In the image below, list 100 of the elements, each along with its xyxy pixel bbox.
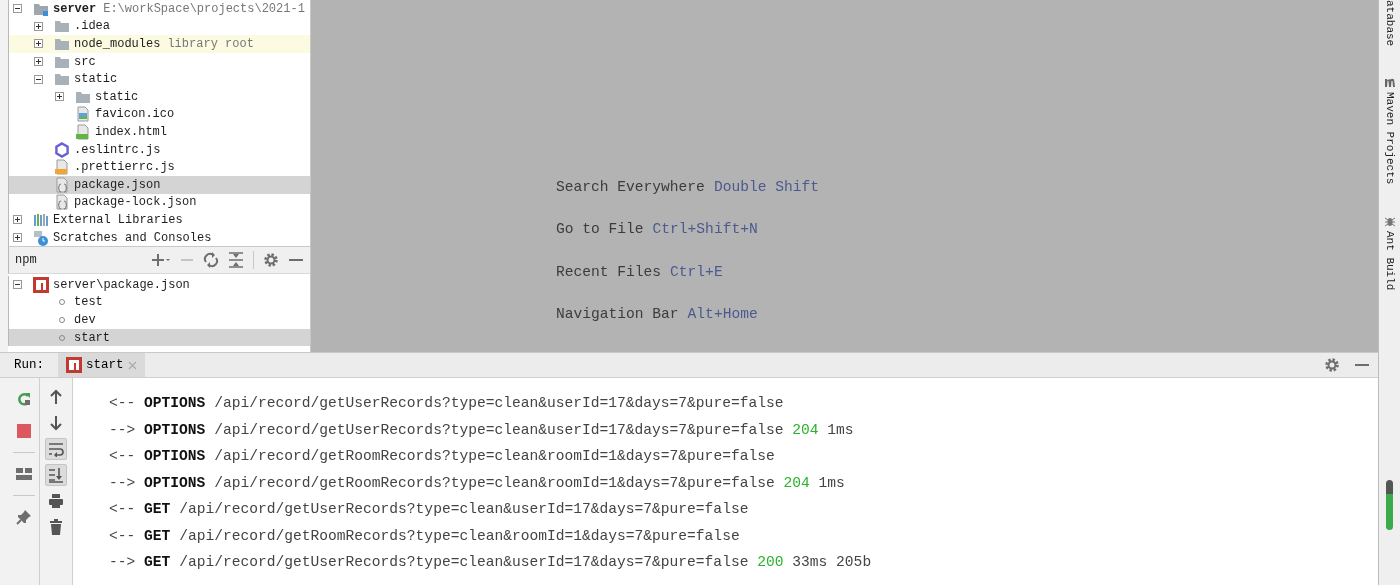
bullet-icon bbox=[58, 298, 66, 307]
settings-icon[interactable] bbox=[1324, 357, 1340, 373]
npm-script-label: server\package.json bbox=[53, 277, 190, 292]
collapse-toggle-icon[interactable] bbox=[13, 280, 22, 290]
direction-arrow: <-- bbox=[109, 448, 136, 465]
folder-icon bbox=[54, 71, 70, 88]
m-logo-icon[interactable] bbox=[1383, 76, 1396, 89]
http-method: GET bbox=[144, 501, 171, 518]
direction-arrow: <-- bbox=[109, 395, 136, 412]
npm-row[interactable]: test bbox=[8, 293, 310, 312]
hexagon-icon bbox=[54, 141, 70, 158]
library-bars-icon bbox=[33, 211, 49, 228]
tree-item-label: src bbox=[74, 54, 96, 69]
tree-row[interactable]: node_modules library root bbox=[8, 35, 310, 53]
http-method: OPTIONS bbox=[144, 474, 206, 491]
expand-toggle-icon[interactable] bbox=[34, 39, 43, 49]
tree-item-hint: E:\workSpace\projects\2021-1 bbox=[103, 1, 305, 16]
direction-arrow: --> bbox=[109, 554, 136, 571]
npm-logo-icon bbox=[33, 276, 49, 293]
collapse-toggle-icon[interactable] bbox=[13, 4, 22, 14]
tree-item-label: package.json bbox=[74, 177, 161, 192]
shortcut-text: Ctrl+Shift+N bbox=[652, 221, 758, 238]
shortcut-text: Ctrl+E bbox=[670, 263, 723, 280]
tree-item-label: favicon.ico bbox=[95, 107, 175, 122]
tool-window-tab[interactable]: Maven Projects bbox=[1383, 92, 1396, 185]
direction-arrow: --> bbox=[109, 421, 136, 438]
expand-toggle-icon[interactable] bbox=[13, 215, 22, 225]
tree-item-label: static bbox=[95, 89, 139, 104]
folder-icon bbox=[54, 18, 70, 35]
http-method: OPTIONS bbox=[144, 395, 206, 412]
status-code: 204 bbox=[783, 474, 810, 491]
direction-arrow: <-- bbox=[109, 501, 136, 518]
hint-label: Search Everywhere bbox=[556, 178, 705, 195]
request-path: /api/record/getUserRecords?type=clean&userId=17&days=7&pure=false bbox=[214, 421, 784, 438]
response-time: 33ms bbox=[792, 554, 828, 571]
expand-toggle-icon[interactable] bbox=[13, 233, 22, 242]
trash-icon[interactable] bbox=[49, 519, 63, 535]
response-time: 1ms bbox=[827, 421, 854, 438]
http-method: OPTIONS bbox=[144, 421, 206, 438]
stop-icon[interactable] bbox=[16, 424, 31, 438]
request-path: /api/record/getRoomRecords?type=clean&roomId=1&days=7&pure=false bbox=[179, 527, 740, 544]
scroll-to-end-icon[interactable] bbox=[48, 467, 64, 483]
image-file-icon bbox=[75, 106, 91, 123]
tool-window-tab[interactable]: atabase bbox=[1383, 0, 1396, 47]
pin-icon[interactable] bbox=[15, 509, 32, 525]
tree-item-label: package-lock.json bbox=[74, 195, 197, 210]
npm-row[interactable]: start bbox=[8, 328, 310, 347]
soft-wrap-icon[interactable] bbox=[48, 441, 64, 457]
request-path: /api/record/getUserRecords?type=clean&userId=17&days=7&pure=false bbox=[214, 395, 784, 412]
status-code: 200 bbox=[757, 554, 784, 571]
direction-arrow: --> bbox=[109, 474, 136, 491]
response-time: 1ms bbox=[818, 474, 845, 491]
refresh-icon[interactable] bbox=[203, 252, 219, 268]
expand-toggle-icon[interactable] bbox=[55, 92, 64, 102]
layout-icon[interactable] bbox=[15, 467, 32, 481]
bullet-icon bbox=[58, 333, 66, 342]
npm-row[interactable]: server\package.json bbox=[8, 276, 310, 294]
scrollbar-thumb[interactable] bbox=[1386, 480, 1393, 530]
collapse-toggle-icon[interactable] bbox=[34, 74, 43, 84]
collapse-all-icon[interactable] bbox=[228, 252, 244, 268]
add-icon[interactable] bbox=[151, 252, 171, 268]
tree-item-label: .eslintrc.js bbox=[74, 142, 161, 157]
js-file-icon bbox=[54, 159, 70, 176]
request-path: /api/record/getRoomRecords?type=clean&roomId=1&days=7&pure=false bbox=[214, 448, 775, 465]
npm-row[interactable]: dev bbox=[8, 311, 310, 329]
settings-icon[interactable] bbox=[263, 252, 279, 268]
expand-toggle-icon[interactable] bbox=[34, 57, 43, 67]
run-tab[interactable]: start bbox=[58, 353, 145, 377]
tree-item-label: node_modules bbox=[74, 37, 161, 51]
tree-item-hint: library root bbox=[167, 37, 254, 51]
down-arrow-icon[interactable] bbox=[49, 415, 63, 431]
npm-script-label: test bbox=[74, 295, 103, 310]
npm-script-label: dev bbox=[74, 313, 96, 327]
tree-item-label: Scratches and Consoles bbox=[53, 230, 212, 245]
run-label: Run: bbox=[14, 358, 44, 372]
scratches-clock-icon bbox=[33, 229, 49, 246]
rerun-icon[interactable] bbox=[15, 391, 32, 407]
direction-arrow: <-- bbox=[109, 527, 136, 544]
hint-label: Go to File bbox=[556, 221, 644, 238]
shortcut-text: Alt+Home bbox=[687, 306, 758, 323]
request-path: /api/record/getUserRecords?type=clean&userId=17&days=7&pure=false bbox=[179, 501, 749, 518]
tree-item-label: server bbox=[53, 1, 97, 16]
http-method: GET bbox=[144, 527, 171, 544]
tool-window-tab[interactable]: Ant Build bbox=[1383, 230, 1396, 291]
tree-item-label: .prettierrc.js bbox=[74, 160, 175, 175]
http-method: OPTIONS bbox=[144, 448, 206, 465]
html-file-icon bbox=[75, 123, 91, 140]
npm-script-label: start bbox=[74, 330, 110, 345]
request-path: /api/record/getUserRecords?type=clean&userId=17&days=7&pure=false bbox=[179, 554, 749, 571]
up-arrow-icon[interactable] bbox=[49, 389, 63, 405]
status-code: 204 bbox=[792, 421, 819, 438]
http-method: GET bbox=[144, 554, 171, 571]
run-tab-label: start bbox=[86, 358, 124, 372]
npm-logo-icon bbox=[66, 357, 82, 373]
hint-label: Navigation Bar bbox=[556, 306, 679, 323]
expand-toggle-icon[interactable] bbox=[34, 21, 43, 31]
tree-item-label: External Libraries bbox=[53, 212, 183, 227]
printer-icon[interactable] bbox=[48, 493, 64, 509]
json-file-icon bbox=[54, 176, 70, 193]
json-file-icon bbox=[54, 194, 70, 211]
